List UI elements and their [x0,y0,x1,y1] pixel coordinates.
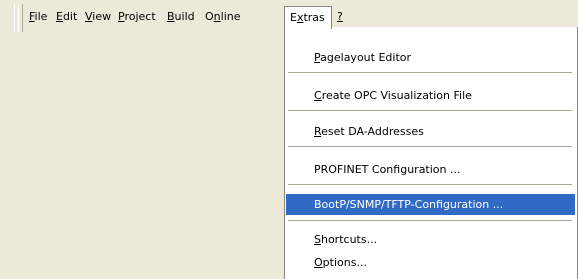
menu-item-bootp-snmp-tftp-configuration[interactable]: BootP/SNMP/TFTP-Configuration ... [286,194,575,215]
menu-item-profinet-configuration[interactable]: PROFINET Configuration ... [286,159,575,180]
menu-separator [288,146,572,147]
menu-item-create-opc-visualization-file[interactable]: Create OPC Visualization File [286,85,575,106]
menu-build[interactable]: Build [164,6,198,27]
menu-item-pagelayout-editor[interactable]: Pagelayout Editor [286,47,575,68]
menu-separator [288,110,572,111]
menu-project[interactable]: Project [115,6,159,27]
menu-separator [288,72,572,73]
menu-item-reset-da-addresses[interactable]: Reset DA-Addresses [286,121,575,142]
menu-separator [288,184,572,185]
menu-edit[interactable]: Edit [53,6,80,27]
menu-view[interactable]: View [82,6,114,27]
menu-file[interactable]: File [26,6,50,27]
menu-item-options[interactable]: Options... [286,252,575,273]
extras-dropdown-menu: Pagelayout Editor Create OPC Visualizati… [284,27,578,279]
menu-help[interactable]: ? [334,6,346,27]
menu-item-shortcuts[interactable]: Shortcuts... [286,229,575,250]
menu-extras[interactable]: Extras [284,6,332,29]
menu-separator [288,220,572,221]
toolbar-grip-handle-2[interactable] [18,4,23,32]
menu-online[interactable]: Online [202,6,244,27]
